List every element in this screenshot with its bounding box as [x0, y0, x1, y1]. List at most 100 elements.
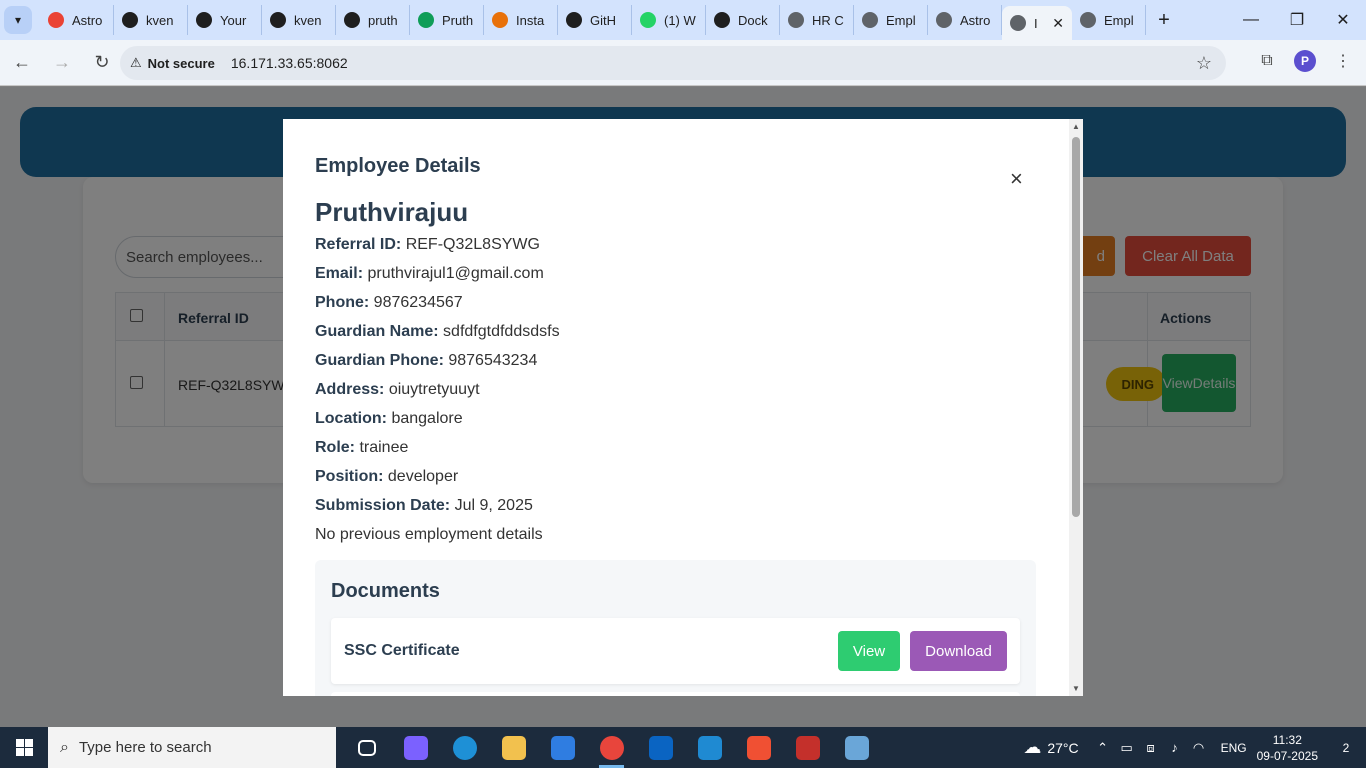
tab-label: pruth: [368, 12, 398, 28]
browser-tab[interactable]: HR C: [780, 5, 854, 35]
new-tab-button[interactable]: +: [1150, 9, 1178, 32]
taskbar-search[interactable]: ⌕ Type here to search: [48, 727, 336, 768]
browser-tab[interactable]: (1) W: [632, 5, 706, 35]
windows-logo-icon: [15, 739, 33, 756]
employee-details-modal: Employee Details × Pruthvirajuu Referral…: [283, 119, 1083, 696]
globe-icon: [1010, 15, 1026, 31]
app-glyph: [501, 735, 526, 760]
profile-avatar[interactable]: P: [1294, 50, 1316, 72]
browser-tab[interactable]: Insta: [484, 5, 558, 35]
scroll-up-arrow-icon[interactable]: ▲: [1072, 122, 1080, 131]
modal-scrollbar[interactable]: ▲ ▼: [1069, 119, 1083, 696]
close-icon[interactable]: ×: [1010, 166, 1023, 192]
browser-tab[interactable]: kven: [262, 5, 336, 35]
detail-label: Guardian Name:: [315, 323, 439, 340]
git-icon[interactable]: [734, 727, 783, 768]
github-icon: [344, 12, 360, 28]
system-tray: ☁ 27°C ⌃ ▭ ⧈ ♪ ◠ ENG 11:32 09-07-2025 2: [1023, 727, 1366, 768]
browser-tab[interactable]: Empl: [854, 5, 928, 35]
task-view-icon[interactable]: [342, 727, 391, 768]
notepad-icon[interactable]: [832, 727, 881, 768]
close-window-icon[interactable]: ✕: [1320, 0, 1366, 40]
browser-tab[interactable]: Empl: [1072, 5, 1146, 35]
browser-tab[interactable]: I ✕: [1002, 6, 1072, 40]
github-icon: [566, 12, 582, 28]
app-glyph: [746, 735, 771, 760]
extensions-icon[interactable]: ⧉: [1254, 48, 1280, 74]
meet-now-icon[interactable]: ⧈: [1139, 740, 1163, 756]
chevron-up-icon[interactable]: ⌃: [1091, 740, 1115, 756]
download-document-button[interactable]: Download: [910, 631, 1007, 671]
tab-label: (1) W: [664, 12, 696, 28]
detail-guardian-phone: Guardian Phone: 9876543234: [315, 352, 537, 370]
employment-note: No previous employment details: [315, 526, 543, 543]
address-bar[interactable]: ⚠ Not secure 16.171.33.65:8062 ☆: [120, 46, 1226, 80]
back-icon[interactable]: ←: [4, 45, 40, 81]
weather-cloud-icon: ☁: [1023, 737, 1042, 757]
vscode-icon[interactable]: [685, 727, 734, 768]
file-explorer-icon[interactable]: [489, 727, 538, 768]
url-text[interactable]: 16.171.33.65:8062: [231, 55, 348, 71]
browser-tab[interactable]: Your: [188, 5, 262, 35]
chrome-icon[interactable]: [587, 727, 636, 768]
forward-icon[interactable]: →: [44, 45, 80, 81]
security-label[interactable]: Not secure: [148, 56, 223, 71]
view-document-button[interactable]: View: [838, 631, 900, 671]
browser-tab[interactable]: pruth: [336, 5, 410, 35]
tab-label: kven: [294, 12, 322, 28]
detail-value: 9876234567: [373, 294, 463, 311]
tab-label: Empl: [886, 12, 916, 28]
window-controls: — ❐ ✕: [1228, 0, 1366, 40]
bookmark-star-icon[interactable]: ☆: [1196, 53, 1212, 74]
weather-widget[interactable]: ☁ 27°C: [1023, 737, 1078, 758]
start-button[interactable]: [0, 727, 48, 768]
detail-label: Position:: [315, 468, 384, 485]
copilot-icon[interactable]: [391, 727, 440, 768]
browser-tab[interactable]: GitH: [558, 5, 632, 35]
detail-email: Email: pruthvirajul1@gmail.com: [315, 265, 544, 283]
temperature: 27°C: [1047, 739, 1079, 756]
warning-icon[interactable]: ⚠: [130, 55, 142, 71]
detail-label: Phone:: [315, 294, 370, 311]
tab-label: Insta: [516, 12, 545, 28]
gmail-icon: [48, 12, 64, 28]
outlook-icon[interactable]: [636, 727, 685, 768]
globe-icon: [862, 12, 878, 28]
browser-tab[interactable]: Astro: [40, 5, 114, 35]
browser-tab[interactable]: Pruth: [410, 5, 484, 35]
volume-icon[interactable]: ♪: [1163, 740, 1187, 755]
wifi-icon[interactable]: ◠: [1187, 740, 1211, 756]
browser-tab[interactable]: Dock: [706, 5, 780, 35]
edge-icon[interactable]: [440, 727, 489, 768]
detail-guardian-name: Guardian Name: sdfdfgtdfddsdsfs: [315, 323, 560, 341]
globe-icon: [788, 12, 804, 28]
menu-kebab-icon[interactable]: ⋮: [1330, 48, 1356, 74]
tab-search-chevron-icon[interactable]: ▾: [4, 6, 32, 34]
detail-phone: Phone: 9876234567: [315, 294, 463, 312]
app-glyph: [844, 735, 869, 760]
battery-icon[interactable]: ▭: [1115, 740, 1139, 756]
taskbar-search-placeholder: Type here to search: [78, 739, 212, 756]
restore-icon[interactable]: ❐: [1274, 0, 1320, 40]
clock[interactable]: 11:32 09-07-2025: [1257, 732, 1318, 764]
instance-icon: [492, 12, 508, 28]
reload-icon[interactable]: ↻: [84, 45, 120, 81]
document-row-partial: [331, 692, 1020, 696]
scrollbar-thumb[interactable]: [1072, 137, 1080, 517]
tab-label: Empl: [1104, 12, 1134, 28]
notifications-icon[interactable]: 2: [1332, 734, 1360, 762]
app-glyph: [648, 735, 673, 760]
store-icon[interactable]: [538, 727, 587, 768]
document-row: SSC Certificate View Download: [331, 618, 1020, 684]
windows-taskbar: ⌕ Type here to search ☁ 27°C ⌃ ▭ ⧈ ♪ ◠ E…: [0, 727, 1366, 768]
browser-tab[interactable]: kven: [114, 5, 188, 35]
language-indicator[interactable]: ENG: [1221, 741, 1247, 755]
browser-tab[interactable]: Astro: [928, 5, 1002, 35]
tab-label: Dock: [738, 12, 768, 28]
tab-label: Astro: [72, 12, 103, 28]
close-tab-icon[interactable]: ✕: [1052, 15, 1064, 32]
minimize-icon[interactable]: —: [1228, 0, 1274, 40]
scroll-down-arrow-icon[interactable]: ▼: [1072, 684, 1080, 693]
detail-value: bangalore: [391, 410, 463, 427]
postman-icon[interactable]: [783, 727, 832, 768]
